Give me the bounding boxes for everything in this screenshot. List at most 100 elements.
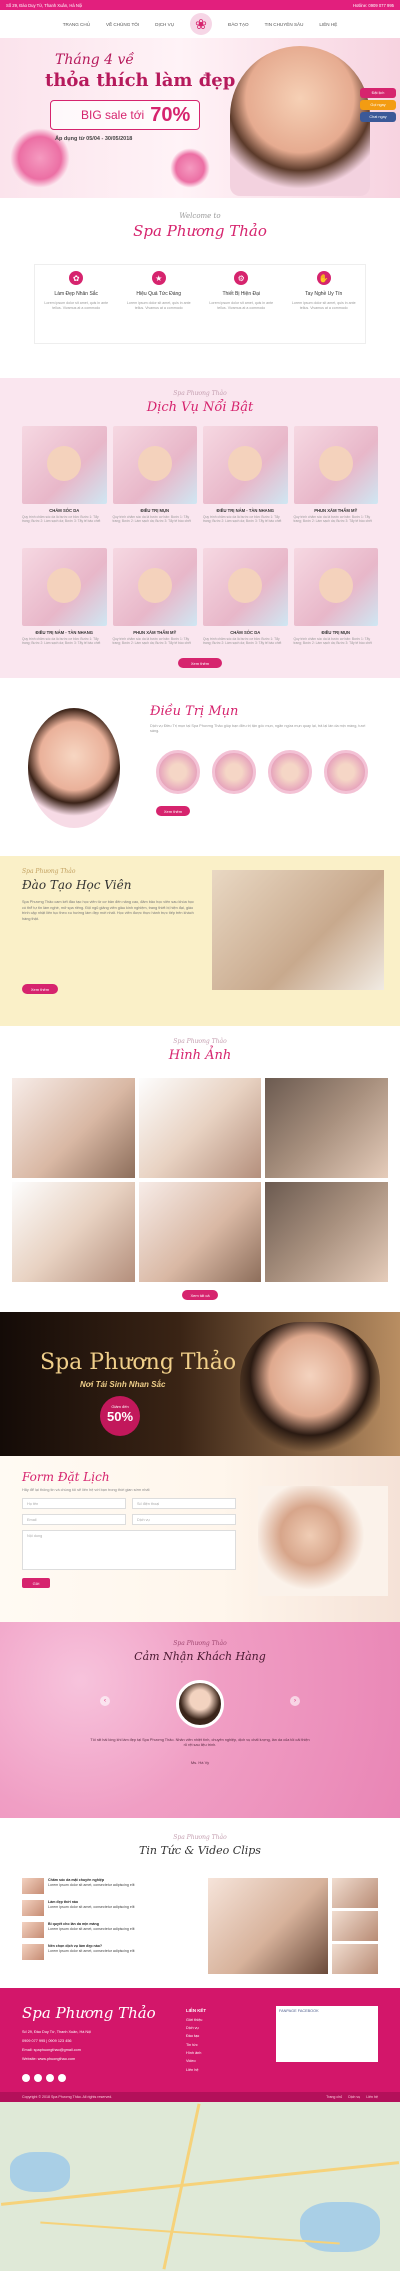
testimonial-quote: Tôi rất hài lòng khi làm đẹp tại Spa Phư… — [90, 1738, 310, 1748]
service-image[interactable] — [203, 548, 288, 626]
service-desc: Quy trình chăm sóc da là bước cơ bản: Bư… — [22, 515, 101, 524]
nav-item[interactable]: LIÊN HỆ — [319, 22, 337, 27]
nav-item[interactable]: TRANG CHỦ — [63, 22, 90, 27]
news-title: Tin Tức & Video Clips — [139, 1844, 261, 1857]
facebook-icon[interactable] — [22, 2074, 30, 2082]
service-card[interactable]: PHUN XĂM THẨM MỸ Quy trình chăm sóc da là… — [293, 426, 379, 542]
name-field[interactable]: Họ tên — [22, 1498, 126, 1509]
footer-link[interactable]: Tin tức — [186, 2041, 206, 2049]
news-thumbnail[interactable] — [22, 1878, 44, 1894]
news-item[interactable]: Làm đẹp thời nào Lorem ipsum dolor sit am… — [22, 1900, 202, 1918]
training-more-button[interactable]: Xem thêm — [22, 984, 58, 994]
service-card[interactable]: ĐIỀU TRỊ NÁM - TÀN NHANG Quy trình chăm s… — [203, 426, 288, 542]
service-name[interactable]: CHĂM SÓC DA — [22, 508, 107, 513]
service-name[interactable]: PHUN XĂM THẨM MỸ — [113, 630, 198, 635]
services-kicker: Spa Phương Thảo — [173, 390, 227, 397]
gallery-image[interactable] — [265, 1078, 388, 1178]
service-image[interactable] — [112, 548, 197, 626]
footer-link[interactable]: Giới thiệu — [186, 2016, 206, 2024]
treatment-image[interactable] — [268, 750, 312, 794]
footer-link[interactable]: Đào tạo — [186, 2032, 206, 2040]
gallery-more-button[interactable]: Xem tất cả — [182, 1290, 218, 1300]
footer-logo[interactable]: Spa Phương Thảo — [22, 2004, 156, 2022]
promo-banner: Spa Phương Thảo Nơi Tái Sinh Nhan Sắc Gi… — [0, 1312, 400, 1456]
footer-phone[interactable]: 0909 077 995 | 0909 123 456 — [22, 2037, 91, 2046]
service-name[interactable]: PHUN XĂM THẨM MỸ — [294, 508, 379, 513]
service-card[interactable]: ĐIỀU TRỊ MỤN Quy trình chăm sóc da là bướ… — [293, 548, 379, 664]
topbar-hotline[interactable]: Hotline: 0909 077 995 — [353, 3, 394, 8]
logo[interactable]: ❀ — [190, 13, 213, 35]
service-card[interactable]: PHUN XĂM THẨM MỸ Quy trình chăm sóc da là… — [112, 548, 198, 664]
map-embed[interactable] — [0, 2102, 400, 2271]
service-card[interactable]: CHĂM SÓC DA Quy trình chăm sóc da là bước… — [22, 426, 107, 542]
side-booking-button[interactable]: Đặt lịch — [360, 88, 396, 98]
video-thumbnail[interactable] — [332, 1911, 378, 1941]
gallery-image[interactable] — [12, 1078, 135, 1178]
bottom-link[interactable]: Trang chủ — [326, 2095, 342, 2099]
service-name[interactable]: ĐIỀU TRỊ MỤN — [294, 630, 379, 635]
service-image[interactable] — [22, 426, 107, 504]
sale-box: BIG sale tới 70% — [50, 100, 200, 130]
service-image[interactable] — [293, 426, 378, 504]
footer-website[interactable]: Website: www.phuongthao.com — [22, 2055, 91, 2064]
service-name[interactable]: ĐIỀU TRỊ NÁM - TÀN NHANG — [22, 630, 107, 635]
gallery-image[interactable] — [138, 1182, 262, 1282]
news-thumbnail[interactable] — [22, 1922, 44, 1938]
nav-item[interactable]: ĐÀO TẠO — [228, 22, 249, 27]
footer-link[interactable]: Hình ảnh — [186, 2049, 206, 2057]
side-chat-button[interactable]: Chat ngay — [360, 112, 396, 122]
nav-item[interactable]: TIN CHUYÊN SÂU — [265, 22, 304, 27]
service-image[interactable] — [112, 426, 197, 504]
bottom-link[interactable]: Dịch vụ — [348, 2095, 360, 2099]
main-nav: TRANG CHỦ VỀ CHÚNG TÔI DỊCH VỤ ❀ ĐÀO TẠO… — [0, 10, 400, 38]
phone-field[interactable]: Số điện thoại — [132, 1498, 236, 1509]
map-water — [300, 2202, 380, 2252]
treatment-image[interactable] — [156, 750, 200, 794]
footer-link[interactable]: Video — [186, 2057, 206, 2065]
discount-badge: Giảm đến 50% — [100, 1396, 140, 1436]
submit-button[interactable]: Gửi — [22, 1578, 50, 1588]
facebook-widget[interactable]: FANPAGE FACEBOOK — [276, 2006, 378, 2062]
footer-email[interactable]: Email: spaphuongthao@gmail.com — [22, 2046, 91, 2055]
services-more-button[interactable]: Xem thêm — [178, 658, 222, 668]
service-name[interactable]: ĐIỀU TRỊ MỤN — [113, 508, 198, 513]
video-thumbnail[interactable] — [332, 1878, 378, 1908]
side-call-button[interactable]: Gọi ngay — [360, 100, 396, 110]
footer-link[interactable]: Dịch vụ — [186, 2024, 206, 2032]
footer-links-title: LIÊN KẾT — [186, 2008, 207, 2013]
service-select[interactable]: Dịch vụ — [132, 1514, 236, 1525]
gallery-image[interactable] — [265, 1182, 388, 1282]
youtube-icon[interactable] — [58, 2074, 66, 2082]
twitter-icon[interactable] — [46, 2074, 54, 2082]
email-field[interactable]: Email — [22, 1514, 126, 1525]
video-player[interactable] — [208, 1878, 328, 1974]
next-arrow-icon[interactable]: › — [290, 1696, 300, 1706]
prev-arrow-icon[interactable]: ‹ — [100, 1696, 110, 1706]
news-thumbnail[interactable] — [22, 1900, 44, 1916]
service-name[interactable]: CHĂM SÓC DA — [203, 630, 288, 635]
service-card[interactable]: ĐIỀU TRỊ NÁM - TÀN NHANG Quy trình chăm s… — [22, 548, 107, 664]
treatment-more-button[interactable]: Xem thêm — [156, 806, 190, 816]
treatment-image[interactable] — [212, 750, 256, 794]
testimonials-title: Cảm Nhận Khách Hàng — [134, 1650, 266, 1663]
service-image[interactable] — [293, 548, 378, 626]
video-thumbnail[interactable] — [332, 1944, 378, 1974]
service-image[interactable] — [203, 426, 288, 504]
bottom-link[interactable]: Liên hệ — [366, 2095, 378, 2099]
news-item[interactable]: Chăm sóc da mặt chuyên nghiệp Lorem ipsum… — [22, 1878, 202, 1896]
nav-item[interactable]: VỀ CHÚNG TÔI — [106, 22, 139, 27]
treatment-image[interactable] — [324, 750, 368, 794]
google-icon[interactable] — [34, 2074, 42, 2082]
news-item[interactable]: Nên chọn dịch vụ làm đẹp nào? Lorem ipsum… — [22, 1944, 202, 1962]
news-thumbnail[interactable] — [22, 1944, 44, 1960]
gallery-image[interactable] — [138, 1078, 262, 1178]
news-item[interactable]: Bí quyết cho làn da mịn màng Lorem ipsum … — [22, 1922, 202, 1940]
service-name[interactable]: ĐIỀU TRỊ NÁM - TÀN NHANG — [203, 508, 288, 513]
gallery-image[interactable] — [12, 1182, 135, 1282]
service-card[interactable]: CHĂM SÓC DA Quy trình chăm sóc da là bước… — [203, 548, 288, 664]
nav-item[interactable]: DỊCH VỤ — [155, 22, 174, 27]
service-image[interactable] — [22, 548, 107, 626]
message-field[interactable]: Nội dung — [22, 1530, 236, 1570]
service-card[interactable]: ĐIỀU TRỊ MỤN Quy trình chăm sóc da là bướ… — [112, 426, 198, 542]
footer-link[interactable]: Liên hệ — [186, 2066, 206, 2074]
